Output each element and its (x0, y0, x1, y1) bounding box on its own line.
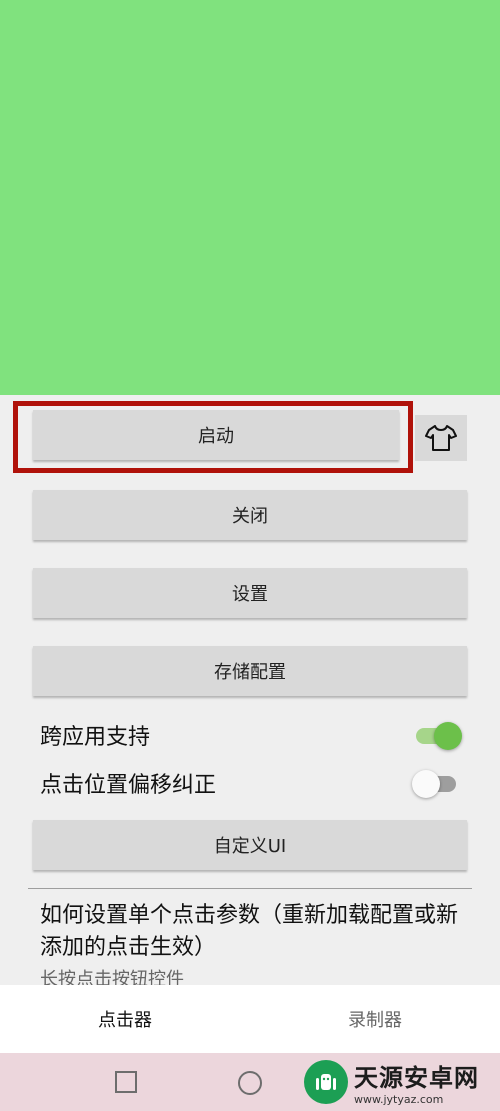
home-icon[interactable] (238, 1071, 262, 1095)
recent-apps-icon[interactable] (115, 1071, 137, 1093)
bottom-tab-bar: 点击器 录制器 (0, 985, 500, 1053)
switch-knob (434, 722, 462, 750)
close-button[interactable]: 关闭 (33, 490, 467, 540)
main-panel: 启动 关闭 设置 存储配置 跨应用支持 点击位置偏移纠正 自定义UI 如何设置单… (0, 395, 500, 985)
offset-fix-switch[interactable] (412, 768, 460, 798)
help-subtitle: 长按点击按钮控件 (40, 969, 184, 985)
tshirt-icon (425, 425, 457, 451)
cross-app-label: 跨应用支持 (40, 725, 151, 750)
watermark-title: 天源安卓网 (354, 1064, 479, 1092)
divider (28, 888, 472, 889)
cross-app-switch[interactable] (412, 720, 462, 750)
cross-app-row: 跨应用支持 (40, 715, 462, 755)
offset-fix-label: 点击位置偏移纠正 (40, 773, 217, 798)
tab-clicker[interactable]: 点击器 (0, 985, 250, 1053)
save-config-button[interactable]: 存储配置 (33, 646, 467, 696)
custom-ui-button[interactable]: 自定义UI (33, 820, 467, 870)
help-title: 如何设置单个点击参数（重新加载配置或新添加的点击生效） (40, 903, 459, 960)
theme-button[interactable] (415, 415, 467, 461)
preview-area (0, 0, 500, 395)
offset-fix-row: 点击位置偏移纠正 (40, 763, 460, 803)
start-button[interactable]: 启动 (33, 410, 399, 460)
switch-knob (412, 770, 440, 798)
watermark: 天源安卓网 www.jytyaz.com (304, 1053, 500, 1111)
tab-recorder[interactable]: 录制器 (250, 985, 500, 1053)
watermark-logo-icon (304, 1060, 348, 1104)
watermark-url: www.jytyaz.com (354, 1093, 444, 1106)
settings-button[interactable]: 设置 (33, 568, 467, 618)
